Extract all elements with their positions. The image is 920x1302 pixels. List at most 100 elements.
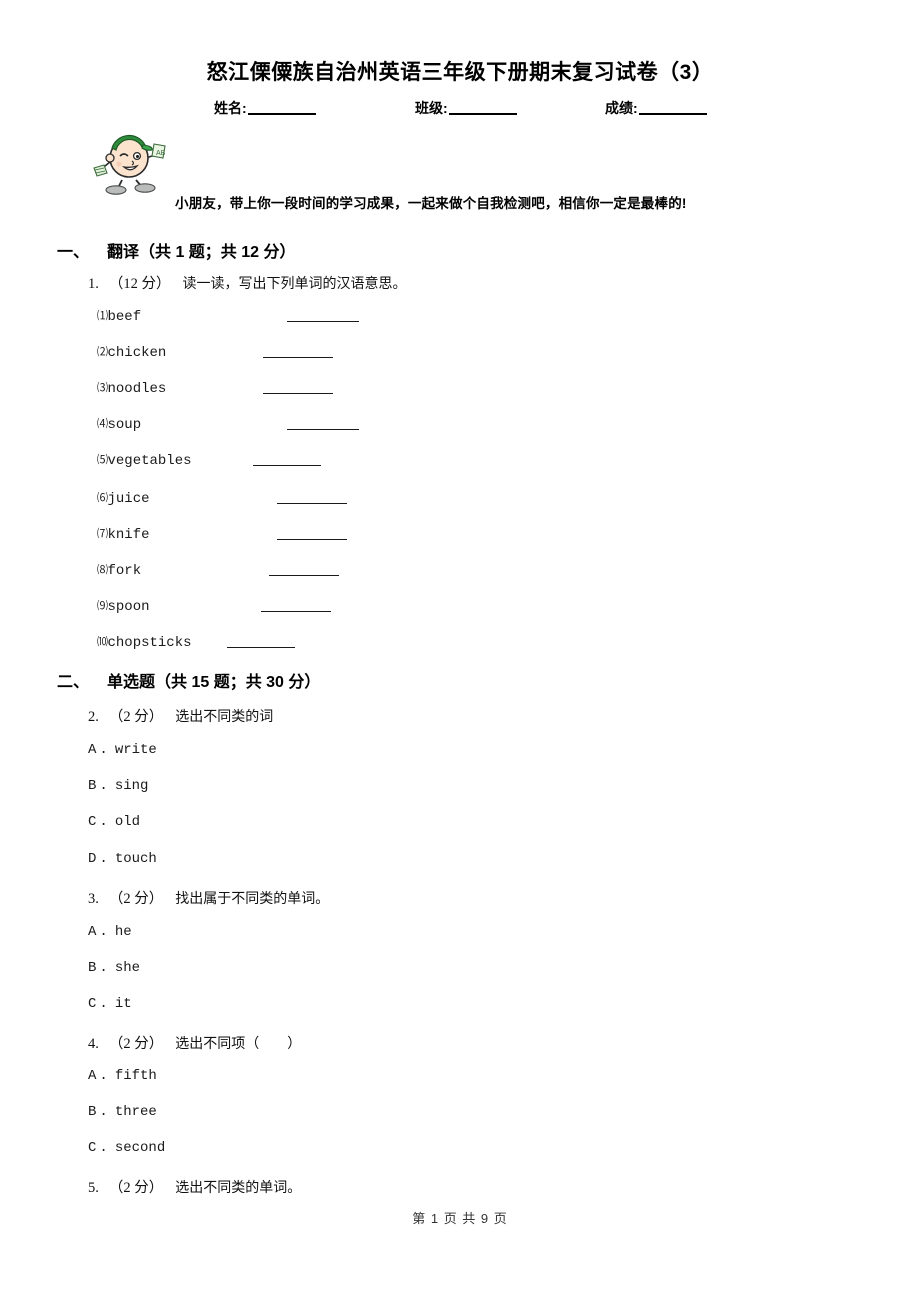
section-heading-multiple-choice: 二、 单选题（共 15 题；共 30 分）: [57, 668, 320, 692]
option-c[interactable]: C. old: [88, 814, 140, 830]
item-index: ⑽: [97, 637, 108, 649]
question-points: （2 分）: [108, 891, 164, 907]
section-title: 单选题（共 15 题；共 30 分）: [107, 674, 321, 691]
item-word: beef: [107, 309, 142, 325]
option-letter: A: [88, 924, 97, 940]
page-footer: 第 1 页 共 9 页: [412, 1211, 508, 1226]
item-word: vegetables: [107, 453, 192, 469]
option-dot: .: [99, 1068, 108, 1084]
option-letter: C: [88, 1140, 97, 1156]
name-blank[interactable]: [247, 113, 316, 115]
question-text: 选出不同类的词: [175, 708, 274, 724]
answer-blank[interactable]: [261, 611, 331, 612]
option-value: sing: [114, 778, 149, 794]
option-letter: C: [88, 996, 97, 1012]
option-dot: .: [99, 814, 108, 830]
option-dot: .: [99, 996, 108, 1012]
question-2-prompt: 2. （2 分） 选出不同类的词: [88, 705, 273, 726]
option-dot: .: [99, 851, 108, 867]
option-b[interactable]: B. three: [88, 1104, 157, 1120]
question-number: 3.: [88, 891, 99, 907]
question-text: 选出不同类的单词。: [175, 1179, 302, 1195]
list-item: ⑼spoon: [97, 597, 331, 615]
item-word: soup: [107, 417, 142, 433]
item-index: ⑼: [97, 601, 108, 613]
list-item: ⑸vegetables: [97, 451, 321, 469]
question-number: 5.: [88, 1180, 99, 1196]
class-field: 班级:: [415, 98, 517, 118]
item-index: ⑶: [97, 383, 108, 395]
item-index: ⑺: [97, 529, 108, 541]
item-word: noodles: [107, 381, 167, 397]
answer-blank[interactable]: [277, 503, 347, 504]
answer-blank[interactable]: [263, 357, 333, 358]
list-item: ⑷soup: [97, 415, 359, 433]
item-word: spoon: [107, 599, 150, 615]
item-index: ⑵: [97, 347, 108, 359]
question-5-prompt: 5. （2 分） 选出不同类的单词。: [88, 1176, 301, 1197]
option-c[interactable]: C. it: [88, 996, 132, 1012]
item-index: ⑴: [97, 311, 108, 323]
question-text: 选出不同项（ ）: [175, 1035, 302, 1051]
question-text: 读一读，写出下列单词的汉语意思。: [182, 275, 407, 291]
intro-text: 小朋友，带上你一段时间的学习成果，一起来做个自我检测吧，相信你一定是最棒的!: [175, 196, 687, 211]
name-field: 姓名:: [214, 98, 316, 118]
option-letter: B: [88, 778, 97, 794]
option-a[interactable]: A. he: [88, 924, 132, 940]
answer-blank[interactable]: [287, 321, 359, 322]
question-points: （2 分）: [108, 1036, 164, 1052]
question-number: 4.: [88, 1036, 99, 1052]
section-heading-translation: 一、 翻译（共 1 题；共 12 分）: [57, 238, 296, 262]
svg-text:AB: AB: [156, 150, 166, 157]
answer-blank[interactable]: [269, 575, 339, 576]
answer-blank[interactable]: [287, 429, 359, 430]
item-index: ⑸: [97, 455, 108, 467]
exam-page: 怒江傈僳族自治州英语三年级下册期末复习试卷（3） 姓名: 班级: 成绩: AB: [0, 0, 920, 1302]
option-value: it: [114, 996, 132, 1012]
list-item: ⑽chopsticks: [97, 633, 295, 651]
option-a[interactable]: A. fifth: [88, 1068, 157, 1084]
score-label: 成绩:: [605, 100, 638, 116]
name-label: 姓名:: [214, 100, 247, 116]
question-3-prompt: 3. （2 分） 找出属于不同类的单词。: [88, 887, 329, 908]
option-dot: .: [99, 778, 108, 794]
option-letter: B: [88, 960, 97, 976]
question-1-prompt: 1. （12 分） 读一读，写出下列单词的汉语意思。: [88, 272, 407, 293]
option-d[interactable]: D. touch: [88, 851, 157, 867]
score-blank[interactable]: [638, 113, 707, 115]
answer-blank[interactable]: [263, 393, 333, 394]
option-letter: A: [88, 742, 97, 758]
question-points: （2 分）: [108, 709, 164, 725]
cartoon-student-icon: AB: [88, 128, 180, 196]
question-number: 1.: [88, 276, 99, 292]
section-number: 一、: [57, 244, 90, 261]
item-index: ⑹: [97, 493, 108, 505]
option-a[interactable]: A. write: [88, 742, 157, 758]
option-b[interactable]: B. sing: [88, 778, 148, 794]
item-index: ⑻: [97, 565, 108, 577]
page-title: 怒江傈僳族自治州英语三年级下册期末复习试卷（3）: [206, 61, 714, 84]
class-blank[interactable]: [448, 113, 517, 115]
list-item: ⑹juice: [97, 489, 347, 507]
option-c[interactable]: C. second: [88, 1140, 165, 1156]
option-value: touch: [114, 851, 157, 867]
answer-blank[interactable]: [227, 647, 295, 648]
list-item: ⑵chicken: [97, 343, 333, 361]
option-value: three: [114, 1104, 157, 1120]
option-value: she: [114, 960, 141, 976]
question-points: （2 分）: [108, 1180, 164, 1196]
student-info-row: 姓名: 班级: 成绩:: [200, 98, 760, 122]
option-dot: .: [99, 1104, 108, 1120]
answer-blank[interactable]: [277, 539, 347, 540]
option-letter: D: [88, 851, 97, 867]
option-letter: C: [88, 814, 97, 830]
item-word: juice: [107, 491, 150, 507]
option-dot: .: [99, 742, 108, 758]
list-item: ⑻fork: [97, 561, 339, 579]
section-title: 翻译（共 1 题；共 12 分）: [107, 244, 296, 261]
answer-blank[interactable]: [253, 465, 321, 466]
option-b[interactable]: B. she: [88, 960, 140, 976]
list-item: ⑴beef: [97, 307, 359, 325]
option-letter: A: [88, 1068, 97, 1084]
list-item: ⑺knife: [97, 525, 347, 543]
